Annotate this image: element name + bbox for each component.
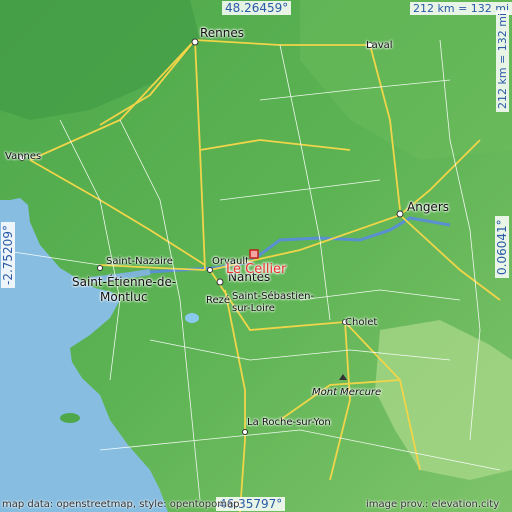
featured-place-label: Le Cellier bbox=[226, 262, 287, 277]
place-label-saint-etienne-line2: Montluc bbox=[100, 290, 148, 304]
west-longitude-label: -2.75209° bbox=[1, 222, 15, 288]
east-longitude-label: 0.06041° bbox=[495, 216, 509, 278]
place-label-rennes: Rennes bbox=[200, 26, 245, 40]
scale-label-vertical: 212 km = 132 mi bbox=[496, 9, 509, 112]
north-latitude-label: 48.26459° bbox=[222, 1, 292, 15]
place-label-saint-nazaire: Saint-Nazaire bbox=[106, 256, 173, 267]
place-label-saint-sebastien-line2: sur-Loire bbox=[232, 303, 275, 314]
map-credits: map data: openstreetmap, style: opentopo… bbox=[2, 499, 240, 510]
island bbox=[185, 313, 199, 323]
terrain-layer bbox=[0, 0, 512, 512]
place-label-laval: Laval bbox=[366, 40, 393, 51]
place-label-saint-sebastien-line1: Saint-Sébastien- bbox=[232, 291, 315, 302]
image-credits: image prov.: elevation.city bbox=[366, 499, 500, 510]
place-label-vannes: Vannes bbox=[5, 151, 42, 162]
island bbox=[60, 413, 80, 423]
place-label-reze: Rezé bbox=[206, 295, 231, 306]
featured-place-marker bbox=[249, 249, 259, 259]
place-label-cholet: Cholet bbox=[345, 317, 378, 328]
place-label-la-roche-sur-yon: La Roche-sur-Yon bbox=[247, 417, 331, 428]
place-label-angers: Angers bbox=[407, 200, 449, 214]
place-label-mont-mercure: Mont Mercure bbox=[312, 387, 382, 398]
place-label-saint-etienne-line1: Saint-Étienne-de- bbox=[72, 275, 177, 289]
map-canvas[interactable]: Rennes Laval Vannes Angers Saint-Nazaire… bbox=[0, 0, 512, 512]
